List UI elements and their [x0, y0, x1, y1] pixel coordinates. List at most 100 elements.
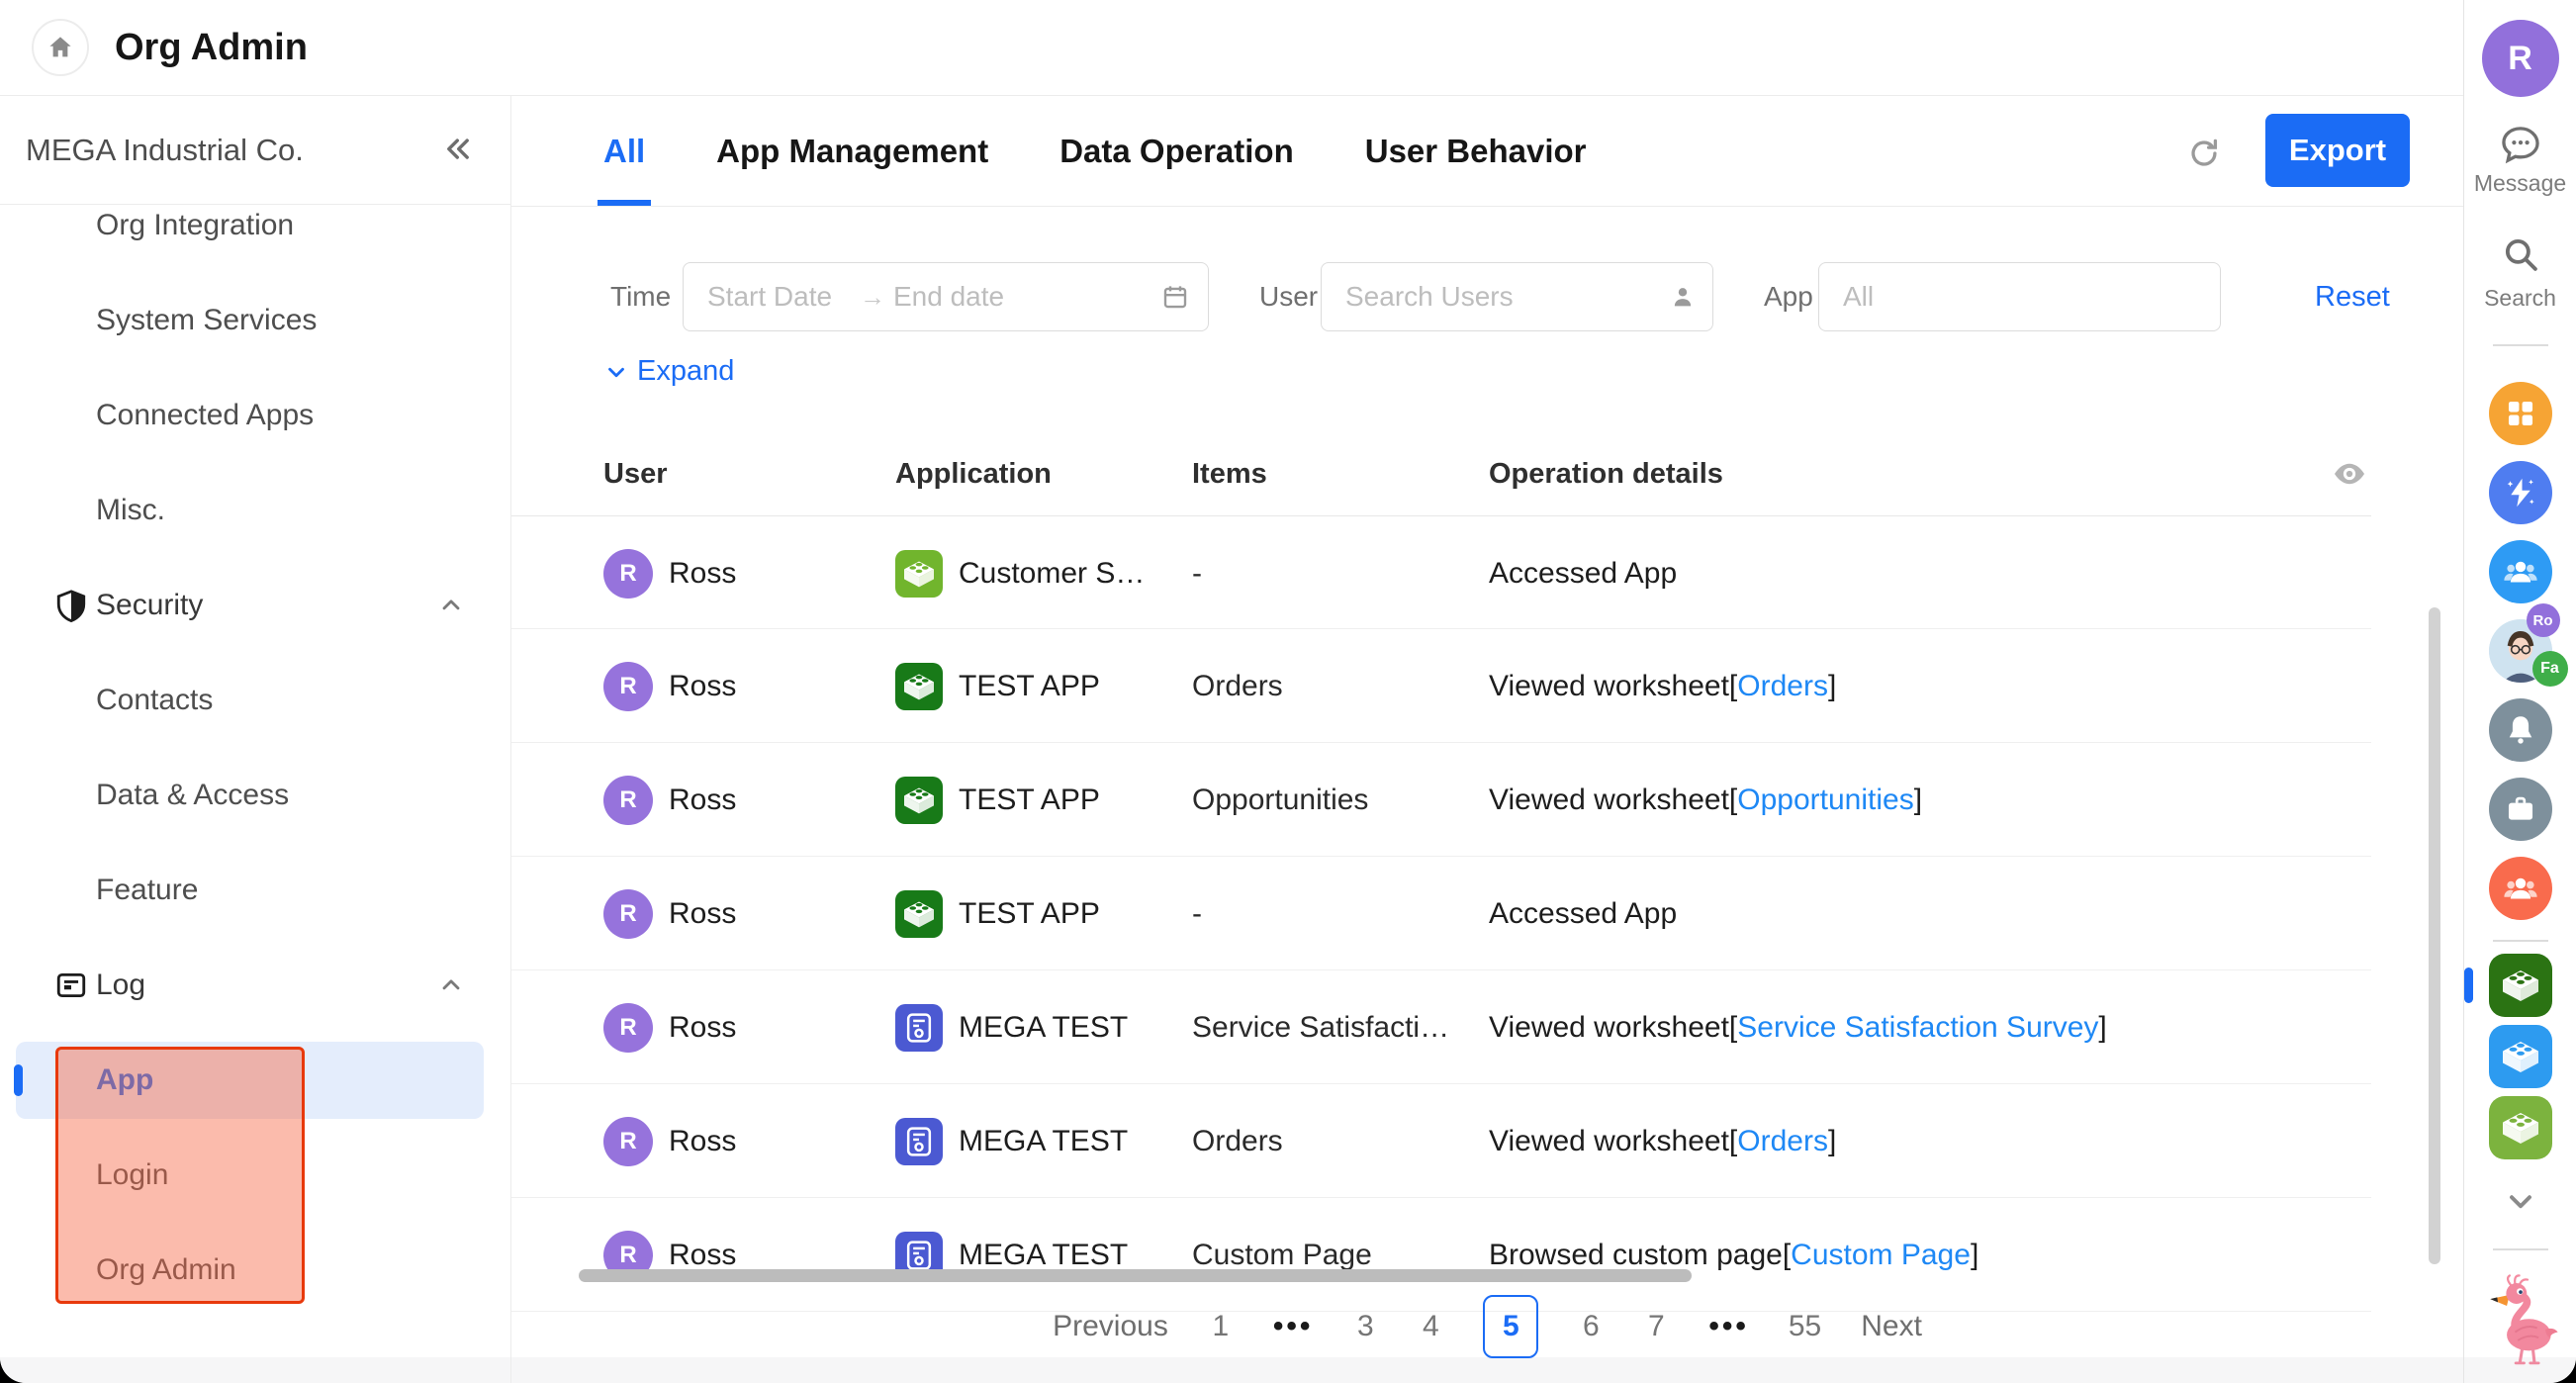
- apps-grid-icon[interactable]: [2489, 382, 2552, 445]
- active-item-indicator: [14, 1064, 23, 1096]
- tab-bar: All App Management Data Operation User Beha…: [511, 96, 2463, 207]
- briefcase-icon[interactable]: [2489, 778, 2552, 841]
- tab-app-management[interactable]: App Management: [716, 96, 988, 206]
- sidebar-item-label: Feature: [96, 874, 198, 907]
- user-avatar: R: [603, 662, 653, 711]
- application-cell: TEST APP: [895, 857, 1100, 970]
- app-name: TEST APP: [959, 784, 1100, 817]
- bell-icon[interactable]: [2489, 698, 2552, 762]
- user-name: Ross: [669, 897, 736, 931]
- people-icon[interactable]: [2489, 857, 2552, 920]
- tab-data-operation[interactable]: Data Operation: [1059, 96, 1294, 206]
- user-avatar: R: [603, 776, 653, 825]
- refresh-icon[interactable]: [2186, 136, 2222, 171]
- operation-link[interactable]: Custom Page: [1791, 1239, 1971, 1272]
- home-button[interactable]: [32, 19, 89, 76]
- rail-app-icon[interactable]: [2489, 1025, 2552, 1088]
- sidebar-item-system-services[interactable]: System Services: [0, 273, 510, 368]
- rail-chevron-down-icon[interactable]: [2503, 1183, 2538, 1219]
- rail-app-icon[interactable]: [2489, 1096, 2552, 1159]
- collapse-sidebar-icon[interactable]: [441, 134, 475, 167]
- sidebar-item-label: System Services: [96, 304, 317, 337]
- previous-page-button[interactable]: Previous: [1053, 1310, 1168, 1343]
- page-button-4[interactable]: 4: [1418, 1310, 1443, 1343]
- next-page-button[interactable]: Next: [1861, 1310, 1922, 1343]
- sidebar-item-org-admin[interactable]: Org Admin: [0, 1223, 510, 1318]
- right-rail: R Message Search Ro Fa: [2463, 0, 2576, 1383]
- export-button[interactable]: Export: [2265, 114, 2410, 187]
- app-select-input[interactable]: [1841, 280, 2167, 314]
- chevron-up-icon[interactable]: [437, 971, 465, 999]
- sidebar-item-misc[interactable]: Misc.: [0, 463, 510, 558]
- member-badge: Fa: [2532, 651, 2568, 687]
- horizontal-scrollbar[interactable]: [579, 1269, 1692, 1282]
- tab-all[interactable]: All: [603, 96, 645, 206]
- user-avatar: R: [603, 889, 653, 939]
- app-filter-input[interactable]: [1818, 262, 2221, 331]
- items-cell: Orders: [1192, 1084, 1283, 1198]
- user-filter-input[interactable]: [1321, 262, 1713, 331]
- sidebar-item-feature[interactable]: Feature: [0, 843, 510, 938]
- search-users-input[interactable]: [1343, 280, 1620, 314]
- search-label: Search: [2484, 285, 2556, 312]
- people-icon[interactable]: [2489, 540, 2552, 603]
- member-badge: Ro: [2527, 603, 2560, 637]
- application-cell: Customer S…: [895, 516, 1145, 630]
- app-name: TEST APP: [959, 670, 1100, 703]
- org-name: MEGA Industrial Co.: [26, 133, 441, 168]
- pagination-ellipsis: •••: [1708, 1310, 1749, 1343]
- reset-filters-link[interactable]: Reset: [2315, 262, 2390, 331]
- user-avatar[interactable]: R: [2482, 20, 2559, 97]
- date-range-input[interactable]: →: [683, 262, 1209, 331]
- rail-app-icon[interactable]: [2489, 954, 2552, 1017]
- end-date-input[interactable]: [891, 280, 1020, 314]
- sidebar-item-connected-apps[interactable]: Connected Apps: [0, 368, 510, 463]
- expand-filters-link[interactable]: Expand: [603, 355, 734, 388]
- message-icon[interactable]: [2499, 123, 2542, 166]
- operation-link[interactable]: Opportunities: [1737, 784, 1913, 817]
- lightning-icon[interactable]: [2489, 461, 2552, 524]
- user-cell: R Ross: [603, 1084, 736, 1198]
- sidebar-item-log[interactable]: Log: [0, 938, 510, 1033]
- page-button-7[interactable]: 7: [1643, 1310, 1669, 1343]
- app-brick-icon: [895, 550, 943, 598]
- sidebar-item-org-integration[interactable]: Org Integration: [0, 178, 510, 273]
- operation-link[interactable]: Orders: [1737, 670, 1828, 703]
- sidebar-item-contacts[interactable]: Contacts: [0, 653, 510, 748]
- sidebar-item-app[interactable]: App: [0, 1033, 510, 1128]
- start-date-input[interactable]: [705, 280, 854, 314]
- eye-icon[interactable]: [2332, 456, 2367, 492]
- filter-row: Time → User App Reset: [511, 262, 2463, 331]
- flamingo-mascot[interactable]: [2476, 1274, 2565, 1365]
- operation-link[interactable]: Service Satisfaction Survey: [1737, 1011, 2098, 1045]
- app-name: MEGA TEST: [959, 1011, 1128, 1045]
- search-icon[interactable]: [2500, 233, 2541, 275]
- operation-text: Viewed worksheet: [1489, 784, 1729, 817]
- page-button-1[interactable]: 1: [1208, 1310, 1234, 1343]
- chevron-up-icon[interactable]: [437, 592, 465, 619]
- items-cell: Opportunities: [1192, 743, 1368, 857]
- operation-details-cell: Viewed worksheet [Orders]: [1489, 629, 1836, 743]
- page-button-3[interactable]: 3: [1352, 1310, 1378, 1343]
- app-card-icon: [895, 1004, 943, 1052]
- user-cell: R Ross: [603, 516, 736, 630]
- sidebar-item-data-access[interactable]: Data & Access: [0, 748, 510, 843]
- operation-details-cell: Accessed App: [1489, 857, 1677, 970]
- chevron-down-icon: [603, 359, 629, 385]
- sidebar-item-security[interactable]: Security: [0, 558, 510, 653]
- rail-divider: [2493, 1248, 2548, 1250]
- sidebar-item-label: Data & Access: [96, 779, 289, 812]
- app-name: MEGA TEST: [959, 1125, 1128, 1158]
- page-button-5[interactable]: 5: [1483, 1295, 1538, 1358]
- calendar-icon: [1160, 282, 1190, 312]
- app-brick-icon: [895, 663, 943, 710]
- vertical-scrollbar[interactable]: [2429, 607, 2440, 1264]
- page-button-55[interactable]: 55: [1789, 1310, 1821, 1343]
- tab-user-behavior[interactable]: User Behavior: [1365, 96, 1587, 206]
- operation-link[interactable]: Orders: [1737, 1125, 1828, 1158]
- sidebar-item-login[interactable]: Login: [0, 1128, 510, 1223]
- user-name: Ross: [669, 557, 736, 591]
- app-brick-icon: [895, 890, 943, 938]
- page-button-6[interactable]: 6: [1578, 1310, 1604, 1343]
- member-avatars[interactable]: Ro Fa: [2489, 619, 2552, 683]
